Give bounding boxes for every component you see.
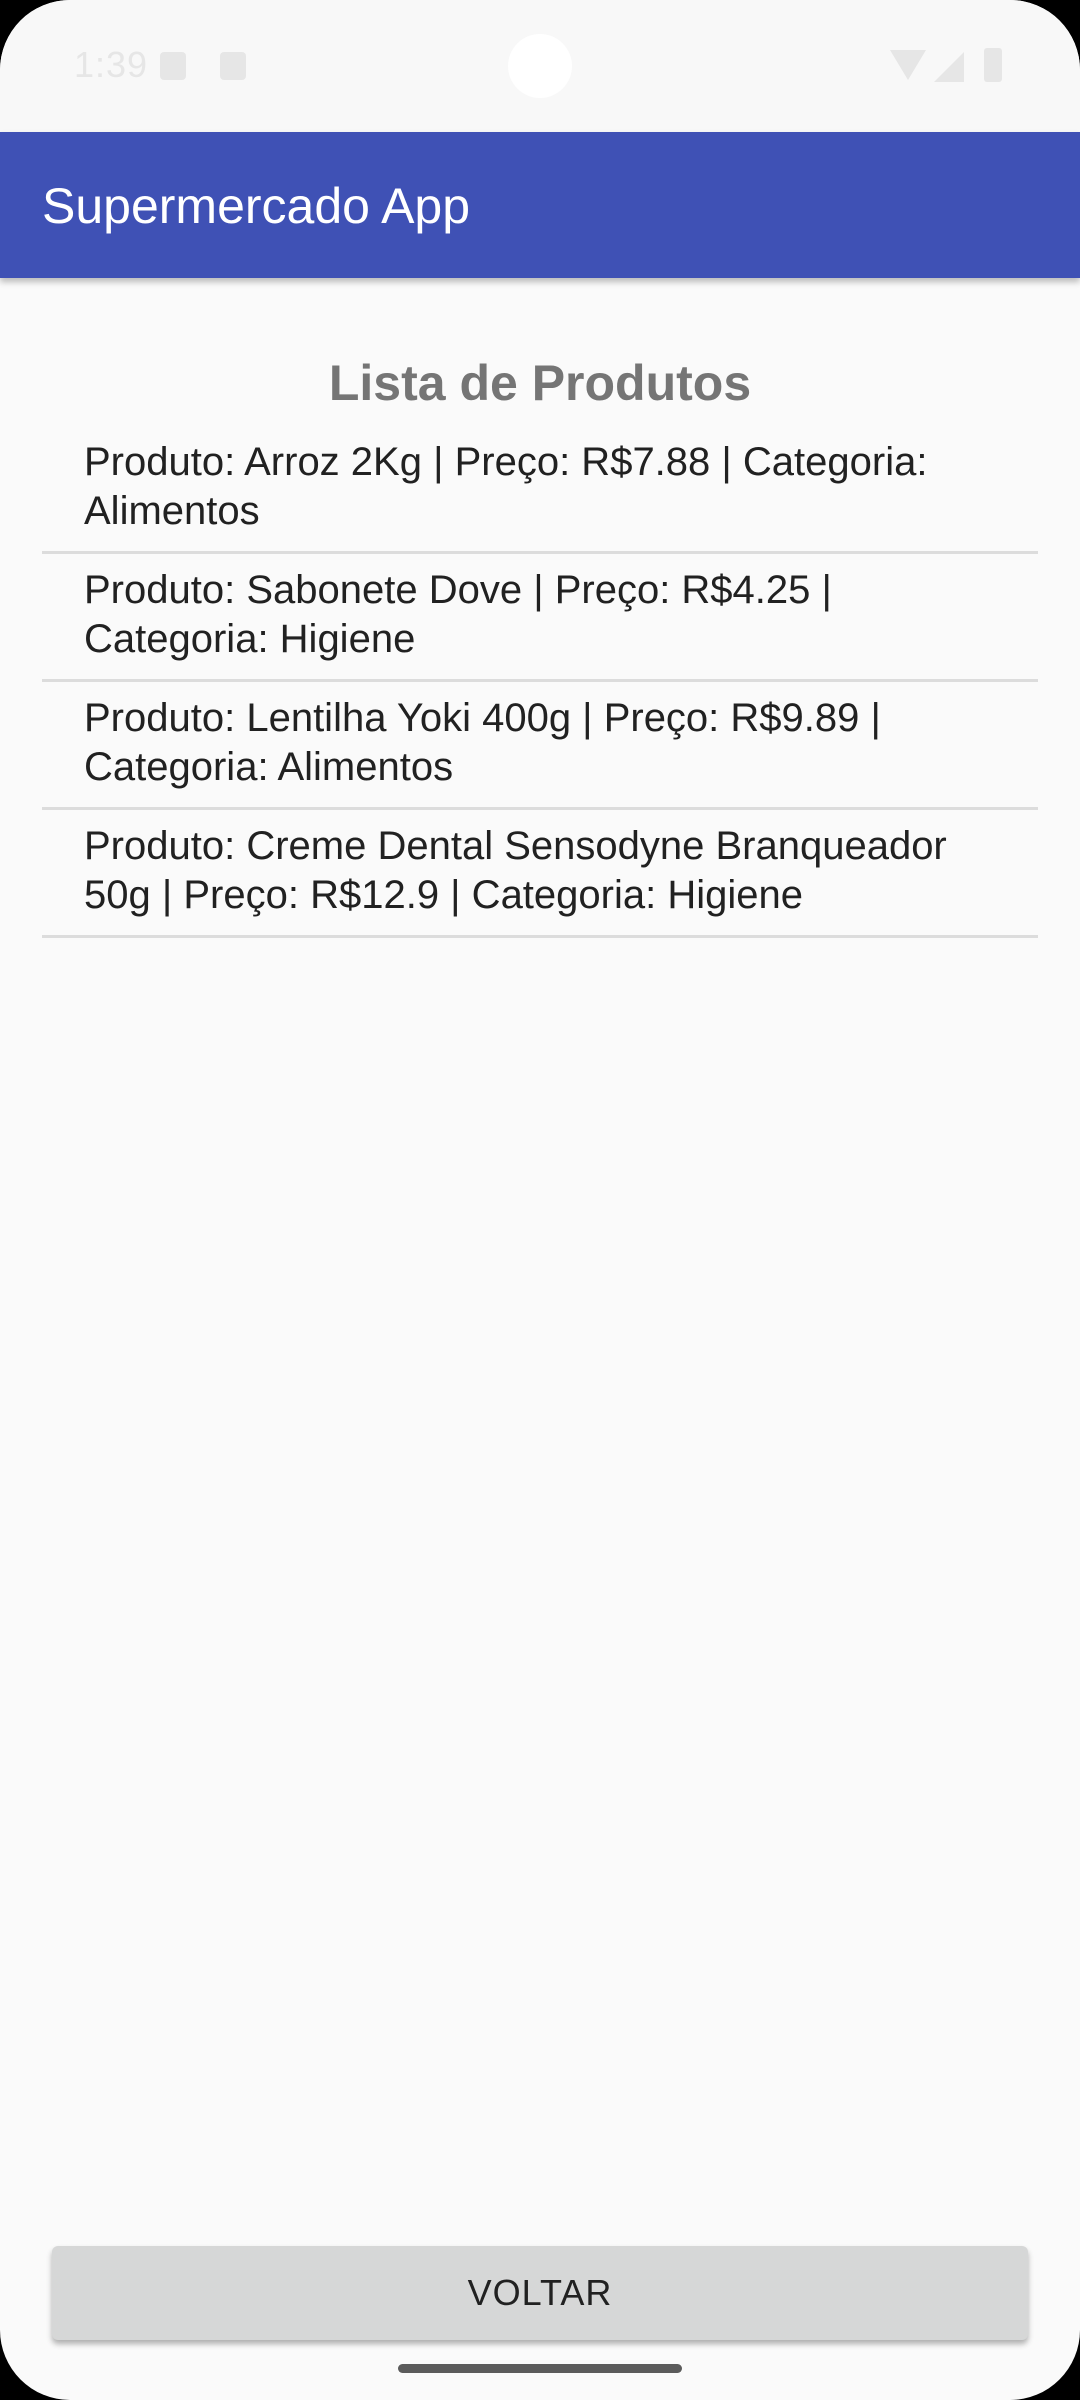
list-item[interactable]: Produto: Arroz 2Kg | Preço: R$7.88 | Cat… <box>42 426 1038 554</box>
status-bar: 1:39 <box>0 0 1080 132</box>
camera-cutout <box>508 34 572 98</box>
notification-icon <box>220 52 246 80</box>
signal-icon <box>934 52 964 82</box>
list-item[interactable]: Produto: Lentilha Yoki 400g | Preço: R$9… <box>42 682 1038 810</box>
page-title: Lista de Produtos <box>328 355 752 411</box>
battery-icon <box>984 48 1002 82</box>
app-title: Supermercado App <box>42 178 471 234</box>
navigation-handle[interactable] <box>398 2364 682 2373</box>
back-button[interactable]: VOLTAR <box>52 2246 1028 2340</box>
notification-icon <box>160 52 186 80</box>
app-bar: Supermercado App <box>0 132 1080 278</box>
wifi-icon <box>890 50 926 80</box>
status-time: 1:39 <box>74 44 149 85</box>
phone-screen: 1:39 Supermercado App Lista de Produtos … <box>0 0 1080 2400</box>
product-list: Produto: Arroz 2Kg | Preço: R$7.88 | Cat… <box>42 426 1038 938</box>
list-item[interactable]: Produto: Sabonete Dove | Preço: R$4.25 |… <box>42 554 1038 682</box>
list-item[interactable]: Produto: Creme Dental Sensodyne Branquea… <box>42 810 1038 938</box>
